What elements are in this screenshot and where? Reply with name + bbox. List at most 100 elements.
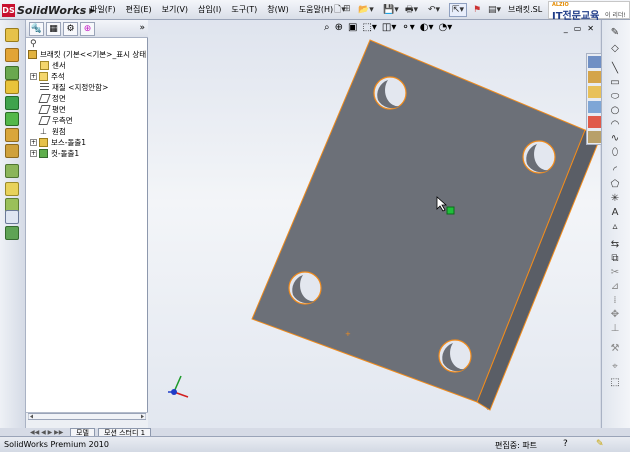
status-product: SolidWorks Premium 2010 bbox=[4, 440, 109, 449]
curves-icon[interactable] bbox=[5, 226, 19, 240]
lofted-boss-icon[interactable] bbox=[5, 80, 19, 94]
pattern-icon[interactable] bbox=[5, 164, 19, 178]
rectangle-icon[interactable]: ▭ bbox=[608, 76, 622, 88]
rib-icon[interactable] bbox=[5, 182, 19, 196]
swept-boss-icon[interactable] bbox=[5, 66, 19, 80]
quick-snaps-icon[interactable]: ⌖ bbox=[608, 360, 622, 372]
tree-item-label: 보스-돌출1 bbox=[51, 138, 87, 147]
menu-view[interactable]: 보기(V) bbox=[162, 4, 188, 15]
view-palette-icon[interactable] bbox=[588, 101, 601, 113]
ds-logo-icon: DS bbox=[2, 3, 15, 17]
move-entities-icon[interactable]: ✥ bbox=[608, 308, 622, 320]
ellipse-icon[interactable]: ⬯ bbox=[608, 146, 622, 158]
brand-banner: ALZIO IT전문교육 이 리더! bbox=[548, 1, 630, 22]
plane-icon bbox=[38, 94, 51, 103]
chamfer-icon[interactable] bbox=[5, 144, 19, 158]
line-icon[interactable]: ╲ bbox=[608, 62, 622, 74]
menu-help[interactable]: 도움말(H) bbox=[299, 4, 333, 15]
spline-icon[interactable]: ∿ bbox=[608, 132, 622, 144]
save-icon[interactable]: 💾▾ bbox=[383, 3, 399, 17]
convert-entities-icon[interactable]: ⇆ bbox=[608, 238, 622, 250]
menu-insert[interactable]: 삽입(I) bbox=[198, 4, 221, 15]
hole-bottom-left bbox=[288, 271, 322, 305]
file-explorer-icon[interactable] bbox=[588, 86, 601, 98]
tree-item-label: 우측면 bbox=[52, 116, 73, 125]
main-menu: 파일(F) 편집(E) 보기(V) 삽입(I) 도구(T) 창(W) 도움말(H… bbox=[90, 4, 351, 15]
solidworks-resources-icon[interactable] bbox=[588, 56, 601, 68]
plane-icon bbox=[38, 116, 51, 125]
configuration-tab-icon[interactable]: ⚙ bbox=[63, 22, 78, 36]
sensor-icon bbox=[40, 61, 49, 70]
arc-icon[interactable]: ◠ bbox=[608, 118, 622, 130]
new-document-icon[interactable]: 🗋▾ bbox=[334, 3, 346, 17]
slot-icon[interactable]: ⬭ bbox=[608, 90, 622, 102]
help-icon[interactable]: ? bbox=[563, 439, 568, 449]
linear-pattern-icon[interactable]: ⁞ bbox=[608, 294, 622, 306]
menu-edit[interactable]: 편집(E) bbox=[126, 4, 152, 15]
tree-root-label: 브래킷 (기본<<기본>_표시 상태 bbox=[40, 50, 147, 59]
revolved-boss-icon[interactable] bbox=[5, 48, 19, 62]
select-cursor-icon[interactable]: ⇱▾ bbox=[449, 3, 468, 17]
origin-icon: ⊥ bbox=[40, 127, 47, 136]
property-manager-tab-icon[interactable]: ▦ bbox=[46, 22, 61, 36]
extruded-cut-icon[interactable] bbox=[5, 96, 19, 110]
tree-item-material[interactable]: 재질 <지정안함> bbox=[40, 82, 108, 93]
more-tabs-icon[interactable]: » bbox=[139, 23, 145, 33]
sketch-icon[interactable]: ✎ bbox=[608, 26, 622, 38]
expand-icon[interactable]: + bbox=[30, 139, 37, 146]
instant-3d-icon[interactable]: ⬚ bbox=[608, 376, 622, 388]
graphics-viewport[interactable]: ⌕ ⊕ ▣ ⬚▾ ◫▾ ⚬▾ ◐▾ ◔▾ _ ▭ ✕ + bbox=[148, 20, 600, 428]
revolved-cut-icon[interactable] bbox=[5, 112, 19, 126]
tree-item-top-plane[interactable]: 평면 bbox=[38, 104, 66, 115]
fillet-sketch-icon[interactable]: ◜ bbox=[608, 164, 622, 176]
print-icon[interactable]: 🖶▾ bbox=[405, 3, 418, 17]
custom-properties-icon[interactable] bbox=[588, 131, 601, 143]
hole-bottom-right bbox=[438, 339, 472, 373]
app-logo[interactable]: DS SolidWorks ▶ bbox=[2, 2, 95, 18]
tree-item-front-plane[interactable]: 정면 bbox=[38, 93, 66, 104]
open-folder-icon[interactable]: 📂▾ bbox=[358, 3, 374, 17]
feature-tree-tab-icon[interactable]: 🔩 bbox=[29, 22, 44, 36]
tab-navigation-icon[interactable]: ◀◀ ◀ ▶ ▶▶ bbox=[30, 429, 63, 436]
part-top-face bbox=[251, 39, 586, 403]
undo-icon[interactable]: ↶▾ bbox=[428, 3, 440, 17]
extruded-boss-icon[interactable] bbox=[5, 28, 19, 42]
trim-icon[interactable]: ✂ bbox=[608, 266, 622, 278]
pencil-icon[interactable]: ✎ bbox=[596, 439, 604, 449]
tree-item-label: 원점 bbox=[52, 127, 66, 136]
horizontal-scrollbar[interactable] bbox=[27, 413, 147, 420]
dimxpert-tab-icon[interactable]: ⊕ bbox=[80, 22, 95, 36]
funnel-icon[interactable]: ⚲ bbox=[30, 39, 37, 49]
rebuild-icon[interactable]: ⚑ bbox=[473, 3, 481, 17]
tree-item-right-plane[interactable]: 우측면 bbox=[38, 115, 73, 126]
appearances-icon[interactable] bbox=[588, 116, 601, 128]
repair-sketch-icon[interactable]: ⚒ bbox=[608, 342, 622, 354]
point-icon[interactable]: ✳ bbox=[608, 192, 622, 204]
menu-tools[interactable]: 도구(T) bbox=[231, 4, 257, 15]
fillet-icon[interactable] bbox=[5, 128, 19, 142]
mirror-icon[interactable]: ⊿ bbox=[608, 280, 622, 292]
plane-icon bbox=[38, 105, 51, 114]
tree-root-part[interactable]: 브래킷 (기본<<기본>_표시 상태 bbox=[28, 49, 146, 60]
centerline-icon[interactable]: ▵ bbox=[608, 220, 622, 232]
design-library-icon[interactable] bbox=[588, 71, 601, 83]
text-icon[interactable]: A bbox=[608, 206, 622, 218]
tree-item-label: 주석 bbox=[51, 72, 65, 81]
tree-item-annotations[interactable]: + 주석 bbox=[30, 71, 65, 82]
options-icon[interactable]: ▤▾ bbox=[488, 3, 501, 17]
brand-tagline: 이 리더! bbox=[605, 12, 626, 19]
relations-icon[interactable]: ⊥ bbox=[608, 322, 622, 334]
tree-item-cut-extrude[interactable]: + 컷-돌출1 bbox=[30, 148, 79, 159]
offset-entities-icon[interactable]: ⧉ bbox=[608, 252, 622, 264]
tree-item-boss-extrude[interactable]: + 보스-돌출1 bbox=[30, 137, 86, 148]
smart-dimension-icon[interactable]: ◇ bbox=[608, 42, 622, 54]
expand-icon[interactable]: + bbox=[30, 73, 37, 80]
menu-window[interactable]: 창(W) bbox=[267, 4, 289, 15]
reference-geometry-icon[interactable] bbox=[5, 210, 19, 224]
tree-item-origin[interactable]: ⊥ 원점 bbox=[40, 126, 66, 137]
tree-item-sensor[interactable]: 센서 bbox=[40, 60, 66, 71]
circle-icon[interactable]: ○ bbox=[608, 104, 622, 116]
menu-file[interactable]: 파일(F) bbox=[90, 4, 116, 15]
expand-icon[interactable]: + bbox=[30, 150, 37, 157]
polygon-icon[interactable]: ⬠ bbox=[608, 178, 622, 190]
